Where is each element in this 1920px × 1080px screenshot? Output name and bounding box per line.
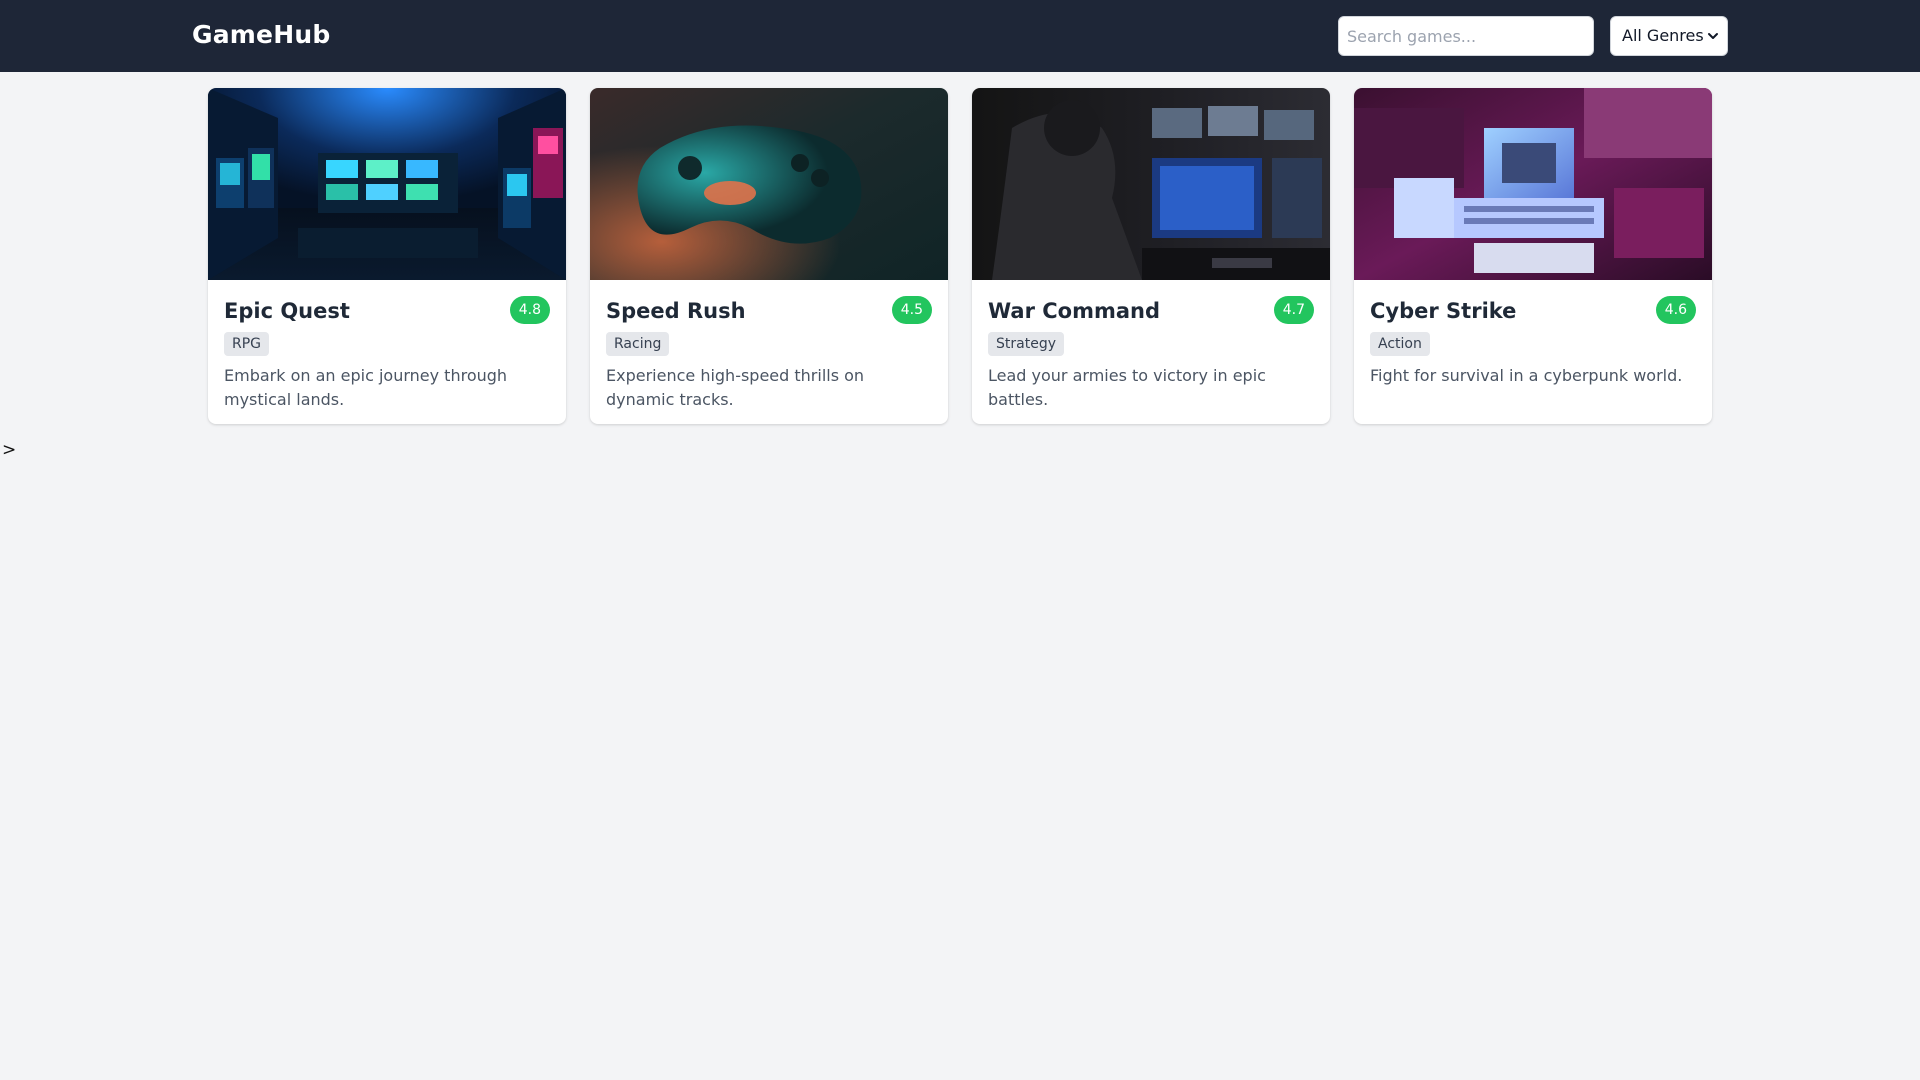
game-title: Speed Rush bbox=[606, 299, 746, 323]
rating-badge: 4.5 bbox=[891, 296, 932, 324]
game-description: Fight for survival in a cyberpunk world. bbox=[1370, 366, 1683, 385]
game-card-epic-quest[interactable]: Epic Quest 4.8 RPG Embark on an epic jou… bbox=[208, 88, 566, 424]
rating-badge: 4.6 bbox=[1655, 296, 1696, 324]
brand-logo[interactable]: GameHub bbox=[192, 0, 330, 72]
top-navbar: GameHub All Genres bbox=[0, 0, 1920, 72]
genre-tag: RPG bbox=[224, 332, 270, 356]
retro-computers-image bbox=[1354, 88, 1712, 280]
chevron-down-icon bbox=[1708, 33, 1718, 39]
card-body: Speed Rush 4.5 Racing Experience high-sp… bbox=[590, 280, 948, 424]
game-description: Embark on an epic journey through mystic… bbox=[224, 366, 508, 409]
genre-tag: Strategy bbox=[988, 332, 1064, 356]
stray-text: > bbox=[2, 440, 17, 460]
arcade-room-image bbox=[208, 88, 566, 280]
card-body: Cyber Strike 4.6 Action Fight for surviv… bbox=[1354, 280, 1712, 424]
game-cover-image bbox=[972, 88, 1330, 280]
card-body: War Command 4.7 Strategy Lead your armie… bbox=[972, 280, 1330, 424]
game-card-speed-rush[interactable]: Speed Rush 4.5 Racing Experience high-sp… bbox=[590, 88, 948, 424]
game-card-cyber-strike[interactable]: Cyber Strike 4.6 Action Fight for surviv… bbox=[1354, 88, 1712, 424]
game-cover-image bbox=[1354, 88, 1712, 280]
card-body: Epic Quest 4.8 RPG Embark on an epic jou… bbox=[208, 280, 566, 424]
rating-badge: 4.7 bbox=[1273, 296, 1314, 324]
genre-tag: Action bbox=[1370, 332, 1430, 356]
game-title: Epic Quest bbox=[224, 299, 350, 323]
gaming-setup-image bbox=[972, 88, 1330, 280]
genre-tag: Racing bbox=[606, 332, 670, 356]
game-description: Lead your armies to victory in epic batt… bbox=[988, 366, 1266, 409]
gamepad-image bbox=[590, 88, 948, 280]
game-description: Experience high-speed thrills on dynamic… bbox=[606, 366, 865, 409]
game-title: War Command bbox=[988, 299, 1161, 323]
game-cover-image bbox=[590, 88, 948, 280]
search-input[interactable] bbox=[1338, 16, 1594, 56]
genre-select[interactable]: All Genres bbox=[1610, 16, 1728, 56]
game-title: Cyber Strike bbox=[1370, 299, 1517, 323]
game-cover-image bbox=[208, 88, 566, 280]
genre-select-value: All Genres bbox=[1622, 26, 1704, 45]
game-card-war-command[interactable]: War Command 4.7 Strategy Lead your armie… bbox=[972, 88, 1330, 424]
rating-badge: 4.8 bbox=[509, 296, 550, 324]
